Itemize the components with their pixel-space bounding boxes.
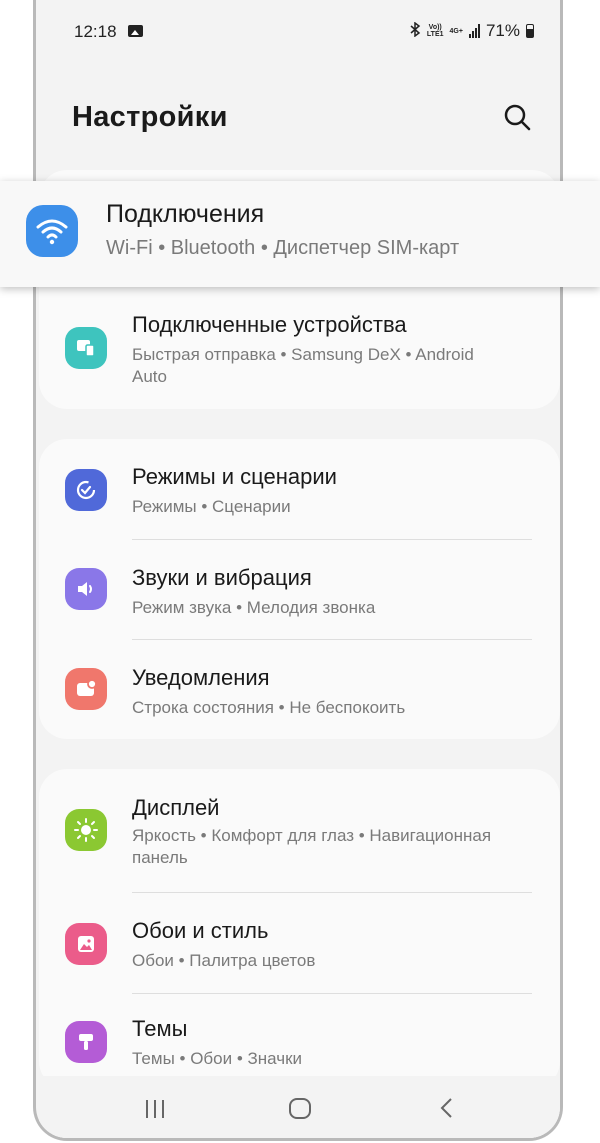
settings-screen: 12:18 Vo)) LTE1 4G+ 71% Настройки Подклю… [39, 0, 560, 1138]
back-icon [440, 1098, 452, 1118]
phone-frame: 12:18 Vo)) LTE1 4G+ 71% Настройки Подклю… [33, 0, 563, 1141]
settings-card-display: Дисплей Яркость • Комфорт для глаз • Нав… [39, 769, 560, 1089]
status-icons: Vo)) LTE1 4G+ 71% [410, 21, 534, 41]
signal-icon [468, 24, 480, 38]
battery-icon [526, 24, 534, 38]
item-title: Обои и стиль [132, 918, 269, 943]
settings-item-connections[interactable] [0, 181, 600, 287]
item-subtitle: Быстрая отправка • Samsung DeX • Android… [132, 345, 474, 386]
modes-icon [65, 469, 107, 511]
themes-icon [65, 1021, 107, 1063]
image-icon [128, 25, 143, 37]
connections-title: Подключения [106, 200, 265, 228]
settings-item-display[interactable]: Дисплей Яркость • Комфорт для глаз • Нав… [39, 769, 560, 892]
recent-apps-icon [146, 1100, 164, 1118]
settings-item-sounds[interactable]: Звуки и вибрация Режим звука • Мелодия з… [39, 540, 560, 640]
volte-line2: LTE1 [426, 31, 444, 38]
volte-line1: Vo)) [428, 24, 442, 31]
connections-subtitle: Wi-Fi • Bluetooth • Диспетчер SIM-карт [106, 237, 460, 259]
item-subtitle: Строка состояния • Не беспокоить [132, 698, 406, 717]
item-subtitle: Режимы • Сценарии [132, 497, 291, 516]
display-icon [65, 809, 107, 851]
status-bar: 12:18 Vo)) LTE1 4G+ 71% [39, 0, 560, 64]
bluetooth-icon [410, 21, 421, 40]
status-time: 12:18 [74, 22, 117, 41]
battery-percent: 71% [485, 21, 520, 40]
item-title: Темы [132, 1016, 188, 1041]
sound-icon [65, 568, 107, 610]
back-button[interactable] [429, 1094, 469, 1122]
devices-icon [65, 327, 107, 369]
home-button[interactable] [280, 1094, 320, 1122]
item-title: Уведомления [132, 665, 270, 690]
recent-apps-button[interactable] [135, 1094, 175, 1122]
item-subtitle: Обои • Палитра цветов [132, 951, 316, 970]
item-subtitle: Яркость • Комфорт для глаз • Навигационн… [132, 826, 492, 867]
page-title: Настройки [72, 101, 228, 133]
settings-item-wallpaper[interactable]: Обои и стиль Обои • Палитра цветов [39, 893, 560, 993]
search-icon [504, 104, 531, 131]
wallpaper-icon [65, 923, 107, 965]
volte-icon: Vo)) LTE1 [427, 24, 444, 38]
search-button[interactable] [502, 102, 534, 134]
settings-item-connected-devices[interactable]: Подключенные устройства Быстрая отправка… [39, 300, 560, 400]
settings-item-modes[interactable]: Режимы и сценарии Режимы • Сценарии [39, 439, 560, 539]
settings-item-notifications[interactable]: Уведомления Строка состояния • Не беспок… [39, 640, 560, 739]
item-subtitle: Темы • Обои • Значки [132, 1049, 303, 1068]
network-type: 4G+ [449, 27, 463, 35]
settings-item-themes[interactable]: Темы Темы • Обои • Значки [39, 994, 560, 1089]
item-title: Режимы и сценарии [132, 464, 337, 489]
item-title: Подключенные устройства [132, 312, 407, 337]
item-title: Звуки и вибрация [132, 565, 312, 590]
item-subtitle: Режим звука • Мелодия звонка [132, 598, 376, 617]
item-title: Дисплей [132, 795, 220, 820]
home-icon [289, 1098, 311, 1119]
settings-card-modes: Режимы и сценарии Режимы • Сценарии Звук… [39, 439, 560, 739]
wifi-icon [26, 205, 78, 257]
navigation-bar [39, 1076, 560, 1138]
notification-icon [65, 668, 107, 710]
